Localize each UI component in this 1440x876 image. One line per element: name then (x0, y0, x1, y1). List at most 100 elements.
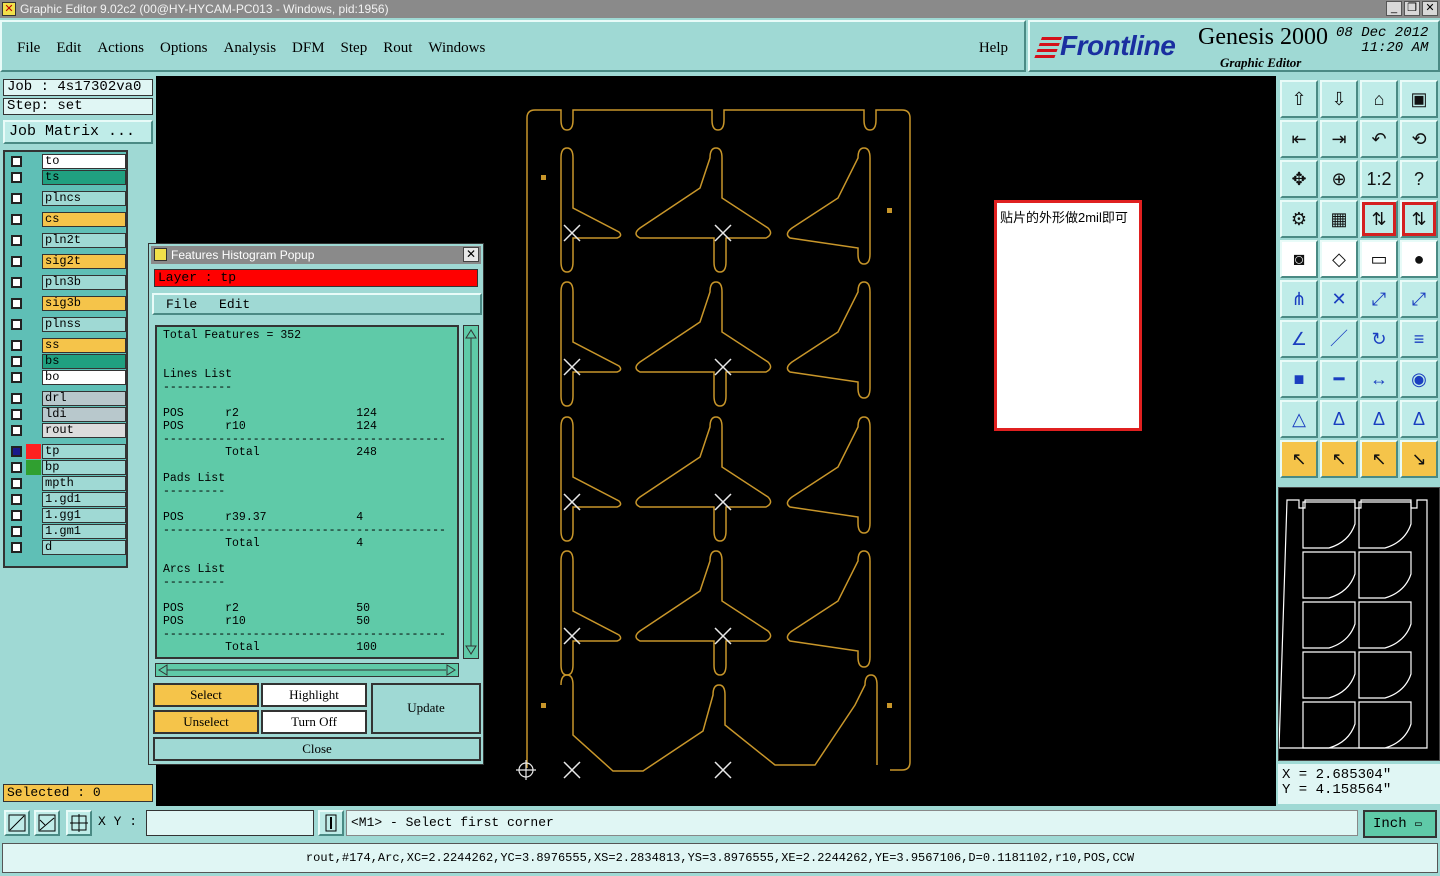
angle-icon[interactable]: ∠ (1280, 320, 1318, 358)
layer-checkbox[interactable] (11, 542, 22, 553)
layer-row-drl[interactable]: drl (7, 391, 126, 406)
delta-alt-icon[interactable]: Δ (1360, 400, 1398, 438)
text-icon[interactable]: ≡ (1400, 320, 1438, 358)
layer-row-plncs[interactable]: plncs (7, 191, 126, 206)
layer-row-bs[interactable]: bs (7, 354, 126, 369)
layer-checkbox[interactable] (11, 494, 22, 505)
nodes-icon[interactable]: ⋔ (1280, 280, 1318, 318)
pan-left-icon[interactable]: ⇤ (1280, 120, 1318, 158)
cross-icon[interactable]: ✕ (1320, 280, 1358, 318)
line-icon[interactable]: ／ (1320, 320, 1358, 358)
layer-checkbox[interactable] (11, 298, 22, 309)
pointer-box-icon[interactable]: ↖ (1320, 440, 1358, 478)
menu-analysis[interactable]: Analysis (224, 40, 277, 57)
menu-options[interactable]: Options (160, 40, 208, 57)
layer-checkbox[interactable] (11, 409, 22, 420)
layer-row-pln2t[interactable]: pln2t (7, 233, 126, 248)
layer-row-sig3b[interactable]: sig3b (7, 296, 126, 311)
home-icon[interactable]: ⇧ (1280, 80, 1318, 118)
layer-row-cs[interactable]: cs (7, 212, 126, 227)
menu-actions[interactable]: Actions (97, 40, 144, 57)
layer-row-1-gm1[interactable]: 1.gm1 (7, 524, 126, 539)
layer-row-sig2t[interactable]: sig2t (7, 254, 126, 269)
layer-checkbox[interactable] (11, 256, 22, 267)
layer-row-pln3b[interactable]: pln3b (7, 275, 126, 290)
info-icon[interactable] (318, 810, 344, 836)
close-icon[interactable]: ✕ (1422, 1, 1438, 16)
transform-icon[interactable]: ◇ (1320, 240, 1358, 278)
menu-windows[interactable]: Windows (428, 40, 485, 57)
layer-checkbox[interactable] (11, 526, 22, 537)
pointer-path-icon[interactable]: ↘ (1400, 440, 1438, 478)
menu-rout[interactable]: Rout (383, 40, 412, 57)
layer-checkbox[interactable] (11, 172, 22, 183)
maximize-icon[interactable]: ❐ (1404, 1, 1420, 16)
layer-row-ldi[interactable]: ldi (7, 407, 126, 422)
layer-row-ts[interactable]: ts (7, 170, 126, 185)
layer-checkbox[interactable] (11, 393, 22, 404)
shape-icon[interactable]: ◉ (1400, 360, 1438, 398)
layer-checkbox[interactable] (11, 277, 22, 288)
measure-icon[interactable]: ▭ (1360, 240, 1398, 278)
layer-row-1-gg1[interactable]: 1.gg1 (7, 508, 126, 523)
zoom-measure-icon[interactable] (34, 810, 60, 836)
layer-row-bp[interactable]: bp (7, 460, 126, 475)
connect-icon[interactable]: ⤢ (1360, 280, 1398, 318)
layer-checkbox[interactable] (11, 462, 22, 473)
dimension-icon[interactable]: ↔ (1360, 360, 1398, 398)
save-icon[interactable]: ⇩ (1320, 80, 1358, 118)
zoom-center-icon[interactable]: ⊕ (1320, 160, 1358, 198)
settings-icon[interactable]: ⚙ (1280, 200, 1318, 238)
unit-selector[interactable]: Inch ▭ (1363, 810, 1437, 838)
zoom-fit-icon[interactable]: ✥ (1280, 160, 1318, 198)
layer-checkbox[interactable] (11, 372, 22, 383)
layer-row-1-gd1[interactable]: 1.gd1 (7, 492, 126, 507)
layer-checkbox[interactable] (11, 425, 22, 436)
layer-checkbox[interactable] (11, 193, 22, 204)
report-vertical-scrollbar[interactable] (463, 325, 479, 659)
unselect-button[interactable]: Unselect (153, 710, 259, 734)
window-icon[interactable]: ▣ (1400, 80, 1438, 118)
menu-dfm[interactable]: DFM (292, 40, 325, 57)
layer-checkbox[interactable] (11, 510, 22, 521)
layer-checkbox[interactable] (11, 340, 22, 351)
layer-row-mpth[interactable]: mpth (7, 476, 126, 491)
layer-checkbox[interactable] (11, 356, 22, 367)
minimize-icon[interactable]: _ (1386, 1, 1402, 16)
menu-file[interactable]: File (17, 40, 40, 57)
overview-map[interactable] (1278, 487, 1440, 761)
job-matrix-button[interactable]: Job Matrix ... (3, 120, 153, 144)
menu-step[interactable]: Step (341, 40, 368, 57)
layer-row-rout[interactable]: rout (7, 423, 126, 438)
grid-snap-icon[interactable] (66, 810, 92, 836)
layer-row-to[interactable]: to (7, 154, 126, 169)
undo-zoom-icon[interactable]: ↶ (1360, 120, 1398, 158)
help-icon[interactable]: ? (1400, 160, 1438, 198)
layer-row-ss[interactable]: ss (7, 338, 126, 353)
pointer-select-icon[interactable]: ↖ (1360, 440, 1398, 478)
layer-checkbox[interactable] (11, 319, 22, 330)
report-horizontal-scrollbar[interactable] (155, 663, 459, 677)
update-button[interactable]: Update (371, 683, 481, 734)
menu-edit[interactable]: Edit (56, 40, 81, 57)
redraw-icon[interactable]: ⟲ (1400, 120, 1438, 158)
layers-icon[interactable]: ⇅ (1360, 200, 1398, 238)
layers-alt-icon[interactable]: ⇅ (1400, 200, 1438, 238)
menu-help[interactable]: Help (979, 40, 1008, 57)
popup-close-icon[interactable]: ✕ (463, 247, 479, 262)
pan-right-icon[interactable]: ⇥ (1320, 120, 1358, 158)
arc-icon[interactable]: ↻ (1360, 320, 1398, 358)
snap-icon[interactable]: ◙ (1280, 240, 1318, 278)
select-pad-icon[interactable]: ● (1400, 240, 1438, 278)
zoom-1to1-icon[interactable]: 1:2 (1360, 160, 1398, 198)
pad-icon[interactable]: ■ (1280, 360, 1318, 398)
close-button[interactable]: Close (153, 737, 481, 761)
segment-icon[interactable]: ━ (1320, 360, 1358, 398)
highlight-button[interactable]: Highlight (261, 683, 367, 707)
select-button[interactable]: Select (153, 683, 259, 707)
layer-checkbox[interactable] (11, 156, 22, 167)
house-icon[interactable]: ⌂ (1360, 80, 1398, 118)
layer-row-tp[interactable]: tp (7, 444, 126, 459)
layer-checkbox[interactable] (11, 446, 22, 457)
popup-menu-edit[interactable]: Edit (219, 297, 250, 312)
